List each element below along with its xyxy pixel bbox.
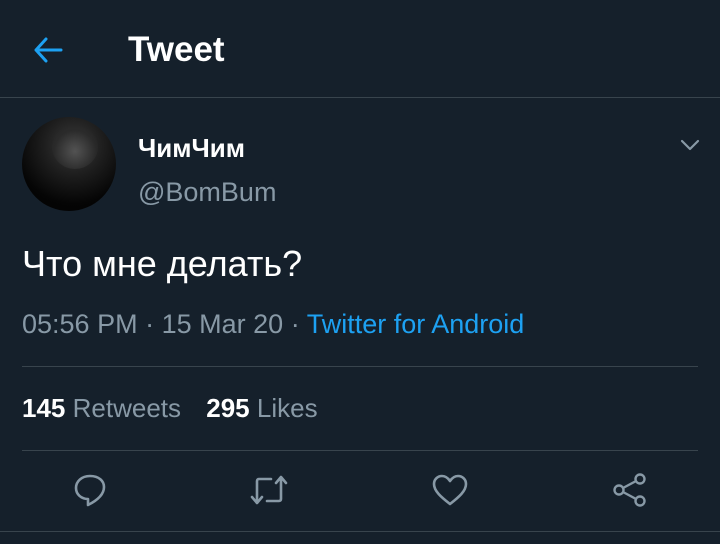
tweet-stats: 145 Retweets 295 Likes <box>22 392 336 424</box>
tweet-source-link[interactable]: Twitter for Android <box>307 309 525 339</box>
app-header: Tweet <box>0 0 720 98</box>
share-icon <box>613 473 646 507</box>
retweet-icon <box>250 475 288 505</box>
avatar[interactable] <box>22 117 116 211</box>
page-title: Tweet <box>128 30 225 69</box>
reply-button[interactable] <box>70 470 110 510</box>
heart-icon <box>432 474 468 506</box>
tweet-actions-bar <box>0 450 720 532</box>
meta-separator: · <box>145 309 155 339</box>
author-display-name[interactable]: ЧимЧим <box>138 133 245 163</box>
like-button[interactable] <box>430 470 470 510</box>
tweet-date: 15 Mar 20 <box>161 309 284 339</box>
tweet-meta: 05:56 PM · 15 Mar 20 · Twitter for Andro… <box>22 307 524 341</box>
share-button[interactable] <box>610 470 650 510</box>
retweets-stat[interactable]: 145 Retweets <box>22 392 181 424</box>
chevron-down-icon <box>680 139 700 151</box>
reply-icon <box>74 474 106 507</box>
tweet-menu-button[interactable] <box>676 132 704 158</box>
tweet-time: 05:56 PM <box>22 309 138 339</box>
likes-label: Likes <box>256 393 318 423</box>
avatar-photo <box>52 125 98 169</box>
meta-separator: · <box>290 309 300 339</box>
retweets-count: 145 <box>22 393 66 423</box>
tweet-text: Что мне делать? <box>22 243 303 284</box>
divider <box>22 366 698 367</box>
retweet-button[interactable] <box>249 470 289 510</box>
retweets-label: Retweets <box>72 393 182 423</box>
arrow-left-icon <box>34 37 63 63</box>
back-button[interactable] <box>26 28 70 72</box>
likes-stat[interactable]: 295 Likes <box>206 392 317 424</box>
likes-count: 295 <box>206 393 250 423</box>
author-handle[interactable]: @BomBum <box>138 176 276 208</box>
